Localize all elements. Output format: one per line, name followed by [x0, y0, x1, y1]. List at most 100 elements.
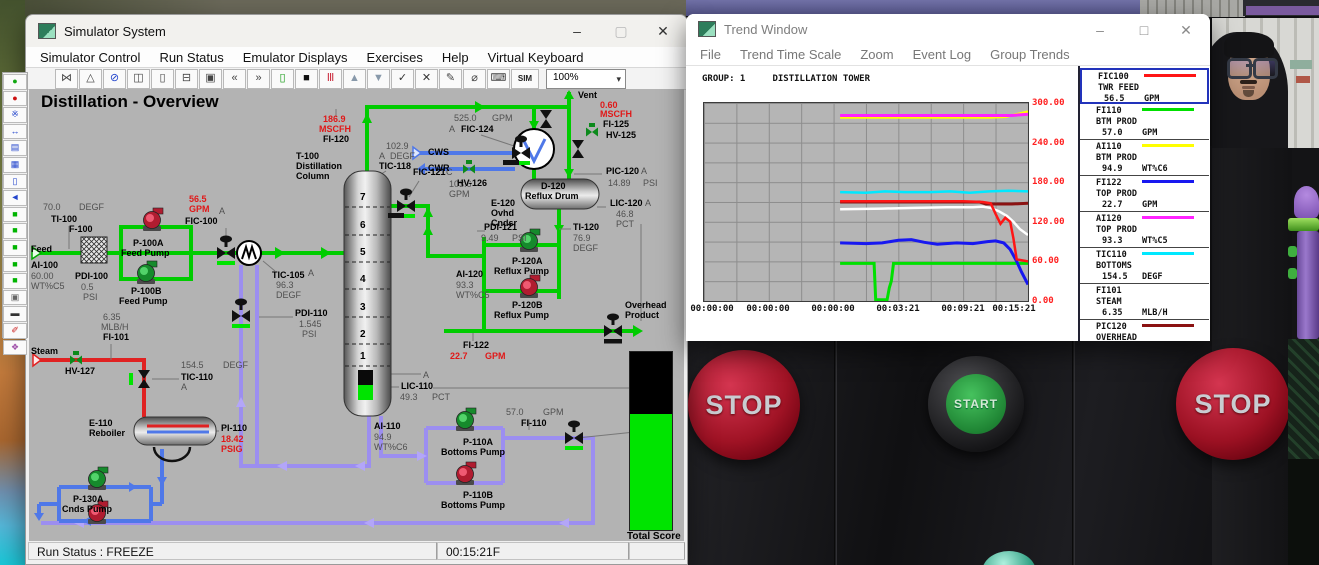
menu-help[interactable]: Help	[442, 50, 469, 65]
cancel-icon[interactable]: ✕	[415, 69, 438, 89]
doc-blue-icon[interactable]: ▯	[3, 174, 27, 190]
y-axis-tick: 180.00	[1032, 177, 1065, 187]
simulator-statusbar: Run Status : FREEZE 00:15:21F	[28, 542, 685, 562]
display-1-icon[interactable]: ■	[3, 207, 27, 223]
legend-desc: BTM PROD	[1096, 153, 1137, 163]
valve-icon	[572, 140, 584, 158]
reference-icon[interactable]: ※	[3, 107, 27, 123]
alarm-ack-icon[interactable]: ⊘	[103, 69, 126, 89]
copy-icon[interactable]: ▣	[3, 290, 27, 306]
start-button[interactable]: START	[946, 374, 1006, 434]
legend-row-ai110[interactable]: AI110BTM PROD94.9WT%C6	[1080, 140, 1209, 176]
legend-color-dash	[1142, 180, 1194, 183]
trend-group-line: GROUP: 1 DISTILLATION TOWER	[702, 74, 870, 84]
doc-icon[interactable]: ▯	[151, 69, 174, 89]
legend-row-tic110[interactable]: TIC110BOTTOMS154.5DEGF	[1080, 248, 1209, 284]
screen-icon[interactable]: ■	[295, 69, 318, 89]
menu-simulator-control[interactable]: Simulator Control	[40, 50, 140, 65]
legend-value: 22.7	[1102, 200, 1122, 210]
keyboard-icon[interactable]: ⌨	[487, 69, 510, 89]
scene-green-pipe	[1288, 218, 1319, 231]
legend-unit: GPM	[1142, 200, 1157, 210]
bar-display-icon[interactable]: Ⅲ	[319, 69, 342, 89]
scene-teal-sphere	[982, 551, 1036, 565]
x-axis-tick: 00:03:21	[876, 304, 919, 314]
legend-row-fi122[interactable]: FI122TOP PROD22.7GPM	[1080, 176, 1209, 212]
page-prev-icon[interactable]: «	[223, 69, 246, 89]
webcam-feed	[1212, 18, 1319, 148]
trend-body: GROUP: 1 DISTILLATION TOWER 300.00240.00…	[686, 66, 1210, 341]
display-5-icon[interactable]: ■	[3, 273, 27, 289]
menu-exercises[interactable]: Exercises	[367, 50, 423, 65]
legend-value: 94.9	[1102, 164, 1122, 174]
trend-menu-group-trends[interactable]: Group Trends	[990, 47, 1070, 62]
minimize-icon[interactable]: –	[555, 15, 599, 47]
menu-emulator-displays[interactable]: Emulator Displays	[243, 50, 348, 65]
simulator-titlebar[interactable]: Simulator System – ▢ ✕	[26, 15, 687, 47]
valve-icon	[540, 110, 552, 128]
trend-menubar: File Trend Time Scale Zoom Event Log Group T…	[686, 44, 1210, 66]
scene-purple-pipe-cap	[1294, 186, 1319, 218]
maximize-icon[interactable]: □	[1122, 14, 1166, 46]
stop-button-right[interactable]: STOP	[1176, 348, 1290, 460]
person-hair	[1224, 32, 1274, 58]
status-cell-empty	[629, 542, 685, 560]
confirm-icon[interactable]: ✓	[391, 69, 414, 89]
legend-row-fic100[interactable]: FIC100TWR FEED56.5GPM	[1080, 68, 1209, 104]
page-next-icon[interactable]: »	[247, 69, 270, 89]
close-icon[interactable]: ✕	[641, 15, 685, 47]
legend-row-fi110[interactable]: FI110BTM PROD57.0GPM	[1080, 104, 1209, 140]
app-icon	[698, 21, 716, 37]
display-2-icon[interactable]: ■	[3, 223, 27, 239]
marker-icon[interactable]: ✐	[3, 323, 27, 339]
minimize-icon[interactable]: –	[1078, 14, 1122, 46]
legend-desc: TWR FEED	[1098, 83, 1139, 93]
trend-menu-zoom[interactable]: Zoom	[860, 47, 893, 62]
person-glasses	[1227, 58, 1252, 79]
doc-warning-icon[interactable]: ◫	[127, 69, 150, 89]
trend-titlebar[interactable]: Trend Window – □ ✕	[686, 14, 1210, 44]
zoom-select[interactable]: 100%	[546, 69, 626, 89]
simulator-menubar: Simulator Control Run Status Emulator Disp…	[26, 47, 687, 68]
legend-value: 154.5	[1102, 272, 1128, 282]
menu-run-status[interactable]: Run Status	[159, 50, 223, 65]
scroll-up-icon[interactable]: ▲	[343, 69, 366, 89]
doc-image-icon[interactable]: ▣	[199, 69, 222, 89]
search-icon[interactable]: ⌀	[463, 69, 486, 89]
process-icon[interactable]: ⋈	[55, 69, 78, 89]
legend-row-pic120[interactable]: PIC120OVERHEAD14.89PSI	[1080, 320, 1209, 341]
glasses-bridge	[1246, 64, 1254, 67]
scroll-down-icon[interactable]: ▼	[367, 69, 390, 89]
display-3-icon[interactable]: ■	[3, 240, 27, 256]
event-log-icon[interactable]: ✎	[439, 69, 462, 89]
stop-button-label: STOP	[705, 390, 782, 421]
sim-icon[interactable]: SIM	[511, 69, 539, 89]
legend-tag: FI101	[1096, 286, 1122, 296]
alarm-icon[interactable]: △	[79, 69, 102, 89]
run-indicator-icon[interactable]: ●	[3, 74, 27, 90]
swap-icon[interactable]: ↔	[3, 124, 27, 140]
close-icon[interactable]: ✕	[1164, 14, 1208, 46]
legend-row-fi101[interactable]: FI101STEAM6.35MLB/H	[1080, 284, 1209, 320]
trend-line-ai120	[840, 114, 1028, 115]
trend-menu-event-log[interactable]: Event Log	[913, 47, 972, 62]
legend-row-ai120[interactable]: AI120TOP PROD93.3WT%C5	[1080, 212, 1209, 248]
maximize-icon[interactable]: ▢	[599, 15, 643, 47]
palette-icon[interactable]: ❖	[3, 340, 27, 356]
panel-seam	[1072, 341, 1075, 565]
trend-menu-file[interactable]: File	[700, 47, 721, 62]
stop-indicator-icon[interactable]: ●	[3, 91, 27, 107]
doc-green-icon[interactable]: ▯	[271, 69, 294, 89]
display-4-icon[interactable]: ■	[3, 257, 27, 273]
audio-icon[interactable]: ◄	[3, 190, 27, 206]
scene-purple-pipe	[1297, 231, 1319, 339]
group-title: DISTILLATION TOWER	[772, 74, 870, 84]
menu-virtual-keyboard[interactable]: Virtual Keyboard	[488, 50, 584, 65]
legend-desc: BTM PROD	[1096, 117, 1137, 127]
trend-menu-trend-time-scale[interactable]: Trend Time Scale	[740, 47, 841, 62]
screen-dark-icon[interactable]: ▬	[3, 306, 27, 322]
stop-button-left[interactable]: STOP	[688, 350, 800, 460]
doc-export-icon[interactable]: ⊟	[175, 69, 198, 89]
grid-panel-icon[interactable]: ▦	[3, 157, 27, 173]
panel-icon[interactable]: ▤	[3, 140, 27, 156]
